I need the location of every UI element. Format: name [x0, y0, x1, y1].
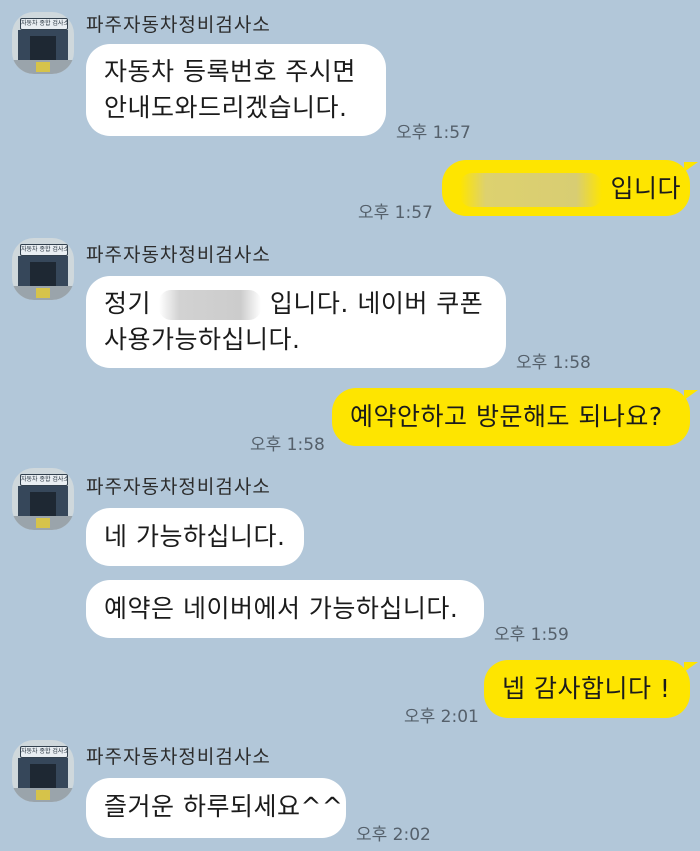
message-time: 오후 1:58 — [516, 353, 591, 373]
avatar-sign: 자동차 종합 검사소 — [20, 18, 68, 30]
message-time: 오후 1:57 — [396, 123, 471, 143]
message-text: 넵 감사합니다 ! — [502, 674, 671, 703]
message-line: 정기 입니다. 네이버 쿠폰 — [104, 289, 484, 320]
message-bubble-incoming[interactable]: 예약은 네이버에서 가능하십니다. — [86, 580, 484, 638]
message-line: 안내도와드리겠습니다. — [104, 93, 348, 122]
redacted-text — [460, 173, 602, 207]
sender-name: 파주자동차정비검사소 — [86, 14, 271, 36]
message-bubble-outgoing[interactable]: 넵 감사합니다 ! — [484, 660, 690, 718]
sender-avatar[interactable]: 자동차 종합 검사소 — [12, 468, 74, 530]
message-time: 오후 1:58 — [250, 435, 325, 455]
message-line: 자동차 등록번호 주시면 — [104, 57, 356, 86]
bubble-tail — [684, 662, 698, 672]
message-text: 예약은 네이버에서 가능하십니다. — [104, 594, 459, 623]
message-time: 오후 1:57 — [358, 203, 433, 223]
message-time: 오후 2:01 — [404, 707, 479, 727]
message-bubble-incoming[interactable]: 자동차 등록번호 주시면 안내도와드리겠습니다. — [86, 44, 386, 136]
message-bubble-incoming[interactable]: 네 가능하십니다. — [86, 508, 304, 566]
message-bubble-outgoing[interactable]: 입니다 — [442, 160, 690, 216]
message-time: 오후 1:59 — [494, 625, 569, 645]
message-bubble-incoming[interactable]: 정기 입니다. 네이버 쿠폰 사용가능하십니다. — [86, 276, 506, 368]
message-time: 오후 2:02 — [356, 825, 431, 845]
message-text: 네 가능하십니다. — [104, 522, 286, 551]
sender-avatar[interactable]: 자동차 종합 검사소 — [12, 238, 74, 300]
bubble-tail — [684, 162, 698, 172]
message-text: 입니다 — [610, 174, 681, 203]
sender-avatar[interactable]: 자동차 종합 검사소 — [12, 12, 74, 74]
sender-name: 파주자동차정비검사소 — [86, 244, 271, 266]
redacted-text — [159, 290, 262, 320]
message-text: 즐거운 하루되세요^^ — [104, 792, 344, 821]
bubble-tail — [684, 390, 698, 400]
message-line: 사용가능하십니다. — [104, 325, 301, 354]
sender-avatar[interactable]: 자동차 종합 검사소 — [12, 740, 74, 802]
message-text: 예약안하고 방문해도 되나요? — [350, 402, 663, 431]
message-bubble-incoming[interactable]: 즐거운 하루되세요^^ — [86, 778, 346, 838]
sender-name: 파주자동차정비검사소 — [86, 746, 271, 768]
message-bubble-outgoing[interactable]: 예약안하고 방문해도 되나요? — [332, 388, 690, 446]
sender-name: 파주자동차정비검사소 — [86, 476, 271, 498]
